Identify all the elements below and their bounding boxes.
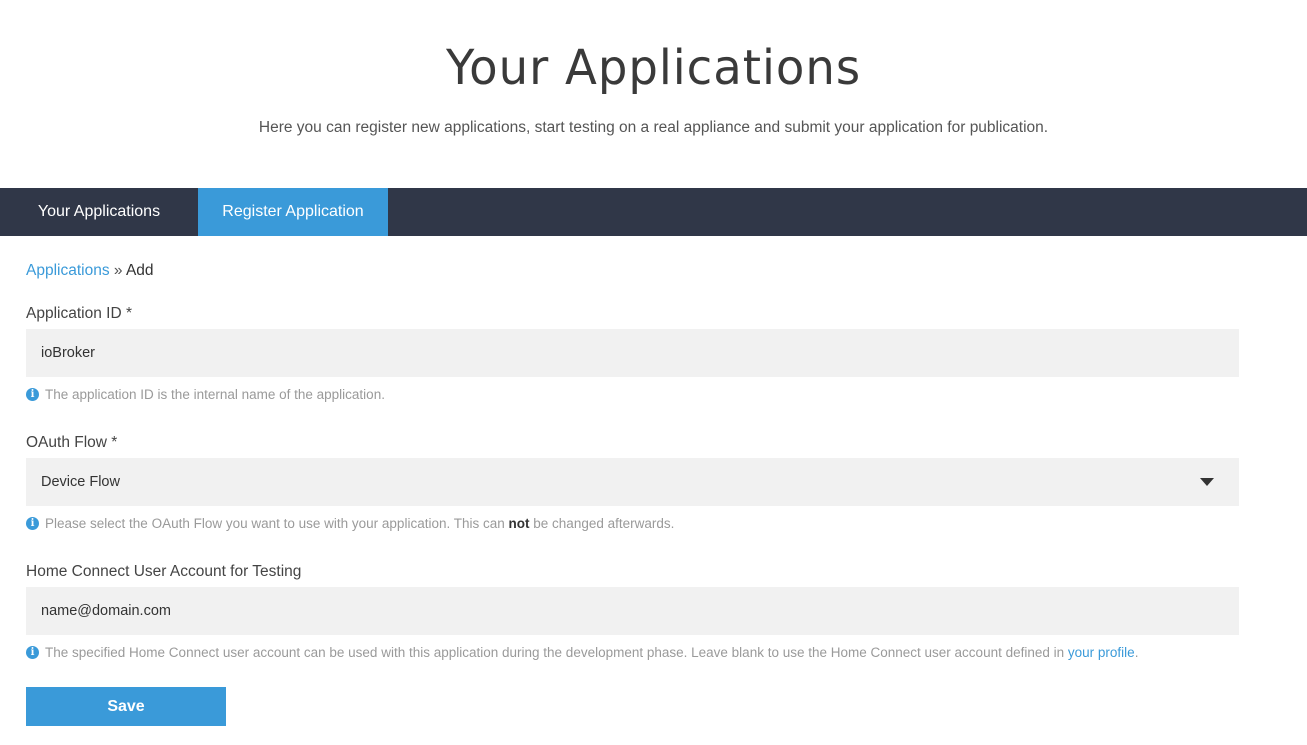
tab-your-applications[interactable]: Your Applications <box>0 188 198 236</box>
oauth-flow-selected-value: Device Flow <box>41 474 120 490</box>
page-header: Your Applications Here you can register … <box>0 0 1307 188</box>
test-account-help-text: The specified Home Connect user account … <box>45 645 1065 660</box>
oauth-flow-help-text-end: be changed afterwards. <box>533 516 675 531</box>
test-account-help: i The specified Home Connect user accoun… <box>26 645 1138 660</box>
save-button[interactable]: Save <box>26 687 226 726</box>
info-circle-icon: i <box>26 388 39 401</box>
app-id-input[interactable] <box>26 329 1239 377</box>
info-circle-icon: i <box>26 517 39 530</box>
test-account-label: Home Connect User Account for Testing <box>26 563 302 580</box>
oauth-flow-help: i Please select the OAuth Flow you want … <box>26 516 674 531</box>
info-circle-icon: i <box>26 646 39 659</box>
oauth-flow-label: OAuth Flow * <box>26 434 118 451</box>
breadcrumb-applications-link[interactable]: Applications <box>26 262 110 279</box>
app-id-help-text: The application ID is the internal name … <box>45 387 385 402</box>
tab-bar: Your Applications Register Application <box>0 188 1307 236</box>
test-account-input[interactable] <box>26 587 1239 635</box>
page-title: Your Applications <box>445 40 862 96</box>
tab-register-application[interactable]: Register Application <box>198 188 388 236</box>
test-account-help-end: . <box>1134 645 1139 660</box>
breadcrumb-separator: » <box>113 262 123 279</box>
oauth-flow-select[interactable]: Device Flow <box>26 458 1239 506</box>
oauth-flow-help-text: Please select the OAuth Flow you want to… <box>45 516 505 531</box>
oauth-flow-help-emphasis: not <box>508 516 530 531</box>
caret-down-icon <box>1200 478 1214 486</box>
your-profile-link[interactable]: your profile <box>1068 645 1135 660</box>
page-subtitle: Here you can register new applications, … <box>258 119 1049 136</box>
breadcrumb-current: Add <box>125 262 154 279</box>
app-id-help: i The application ID is the internal nam… <box>26 387 385 402</box>
app-id-label: Application ID * <box>26 305 132 322</box>
breadcrumb: Applications » Add <box>26 262 154 280</box>
